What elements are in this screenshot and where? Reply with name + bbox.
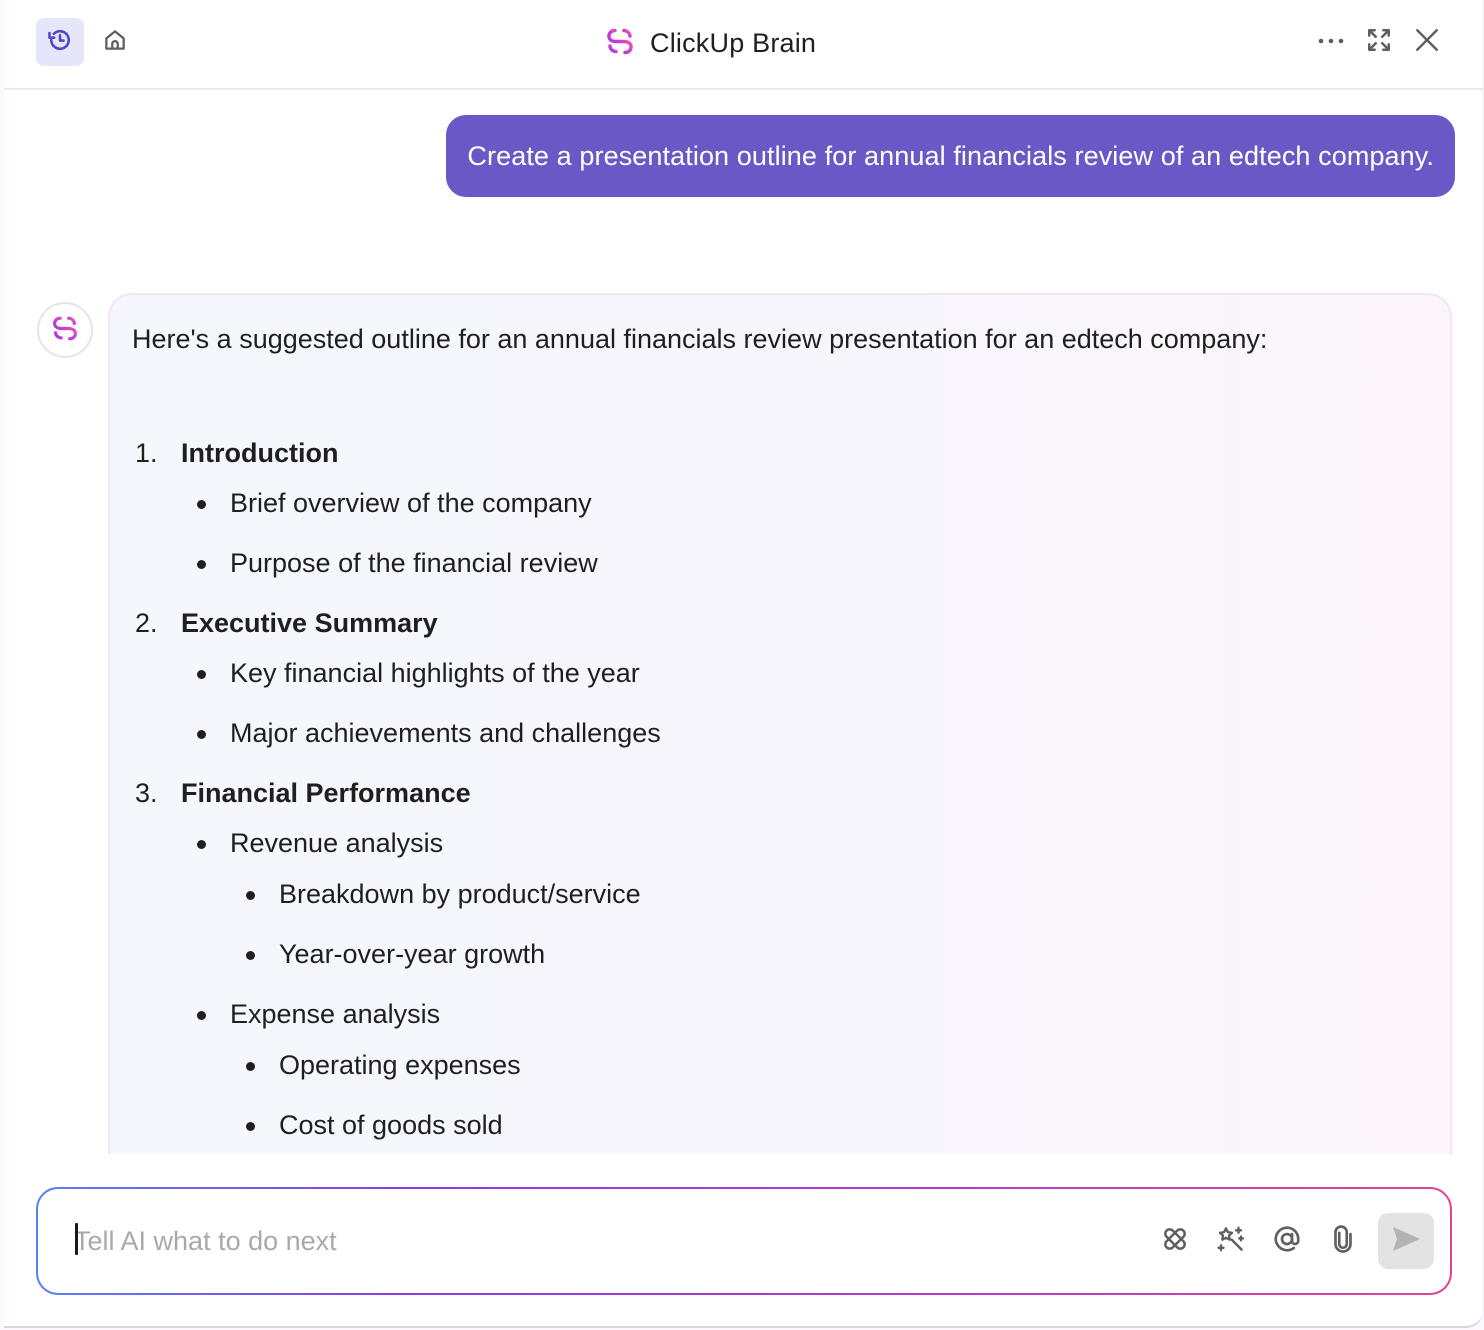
outline-sub-bullet: Cost of goods sold [230, 1107, 1428, 1143]
user-message: Create a presentation outline for annual… [446, 115, 1455, 197]
bullet-text: Purpose of the financial review [230, 548, 598, 578]
attach-button[interactable] [1323, 1221, 1363, 1261]
expand-icon [1366, 27, 1392, 58]
mention-icon [1272, 1224, 1302, 1259]
send-icon [1390, 1225, 1422, 1258]
ai-magic-button[interactable] [1211, 1221, 1251, 1261]
outline-section: 3. Financial Performance Revenue analysis B… [132, 775, 1428, 1143]
composer-inner [38, 1189, 1450, 1293]
ai-avatar [37, 302, 93, 358]
more-horizontal-icon [1317, 33, 1345, 51]
home-button[interactable] [91, 18, 139, 66]
outline-bullet: Expense analysis Operating expenses Cost o… [181, 996, 1428, 1143]
bullet-text: Major achievements and challenges [230, 718, 661, 748]
sub-bullets: Breakdown by product/service Year-over-ye… [230, 876, 1428, 972]
send-button[interactable] [1378, 1213, 1434, 1269]
app-title: ClickUp Brain [650, 27, 817, 58]
header: ClickUp Brain [4, 0, 1483, 90]
conversation-area[interactable]: Create a presentation outline for annual… [4, 90, 1483, 1154]
text-caret [75, 1223, 78, 1255]
prompt-input[interactable] [74, 1219, 1134, 1263]
expand-button[interactable] [1355, 18, 1403, 66]
bullet-text: Brief overview of the company [230, 488, 592, 518]
attachment-icon [1328, 1224, 1358, 1259]
ai-response-intro: Here's a suggested outline for an annual… [132, 324, 1268, 354]
outline-bullet: Revenue analysis Breakdown by product/ser… [181, 825, 1428, 972]
bullet-text: Expense analysis [230, 999, 441, 1029]
outline-bullet: Key financial highlights of the year [181, 655, 1428, 691]
header-title: ClickUp Brain [604, 22, 816, 64]
clickup-brain-window: ClickUp Brain Create a presentation outl… [4, 0, 1484, 1328]
clickup-brain-logo-icon [604, 25, 636, 62]
outline-sub-bullet: Year-over-year growth [230, 936, 1428, 972]
history-icon [46, 26, 74, 59]
integrations-button[interactable] [1155, 1221, 1195, 1261]
close-button[interactable] [1403, 18, 1451, 66]
outline-sub-bullet: Breakdown by product/service [230, 876, 1428, 912]
outline-bullet: Major achievements and challenges [181, 715, 1428, 751]
section-bullets: Key financial highlights of the year Majo… [181, 655, 1428, 751]
outline-section: 2. Executive Summary Key financial highlig… [132, 605, 1428, 751]
section-title: Financial Performance [181, 778, 471, 808]
bullet-text: Key financial highlights of the year [230, 658, 640, 688]
outline-list: 1. Introduction Brief overview of the comp… [132, 435, 1428, 1143]
sub-bullets: Operating expenses Cost of goods sold [230, 1047, 1428, 1143]
section-bullets: Brief overview of the company Purpose of … [181, 485, 1428, 581]
outline-bullet: Brief overview of the company [181, 485, 1428, 521]
outline-bullet: Purpose of the financial review [181, 545, 1428, 581]
section-number: 3. [135, 778, 158, 808]
outline-section: 1. Introduction Brief overview of the comp… [132, 435, 1428, 581]
composer [36, 1187, 1452, 1295]
ai-response: Here's a suggested outline for an annual… [108, 293, 1452, 1154]
outline-sub-bullet: Operating expenses [230, 1047, 1428, 1083]
history-button[interactable] [36, 18, 84, 66]
integrations-icon [1160, 1224, 1190, 1259]
magic-wand-icon [1216, 1224, 1246, 1259]
section-title: Introduction [181, 438, 339, 468]
section-number: 1. [135, 438, 158, 468]
clickup-brain-logo-icon [50, 313, 80, 348]
bullet-text: Revenue analysis [230, 828, 444, 858]
user-message-text: Create a presentation outline for annual… [467, 140, 1434, 171]
section-bullets: Revenue analysis Breakdown by product/ser… [181, 825, 1428, 1143]
more-options-button[interactable] [1307, 18, 1355, 66]
section-number: 2. [135, 608, 158, 638]
section-title: Executive Summary [181, 608, 438, 638]
close-icon [1414, 27, 1440, 58]
mention-button[interactable] [1267, 1221, 1307, 1261]
home-icon [102, 27, 128, 58]
